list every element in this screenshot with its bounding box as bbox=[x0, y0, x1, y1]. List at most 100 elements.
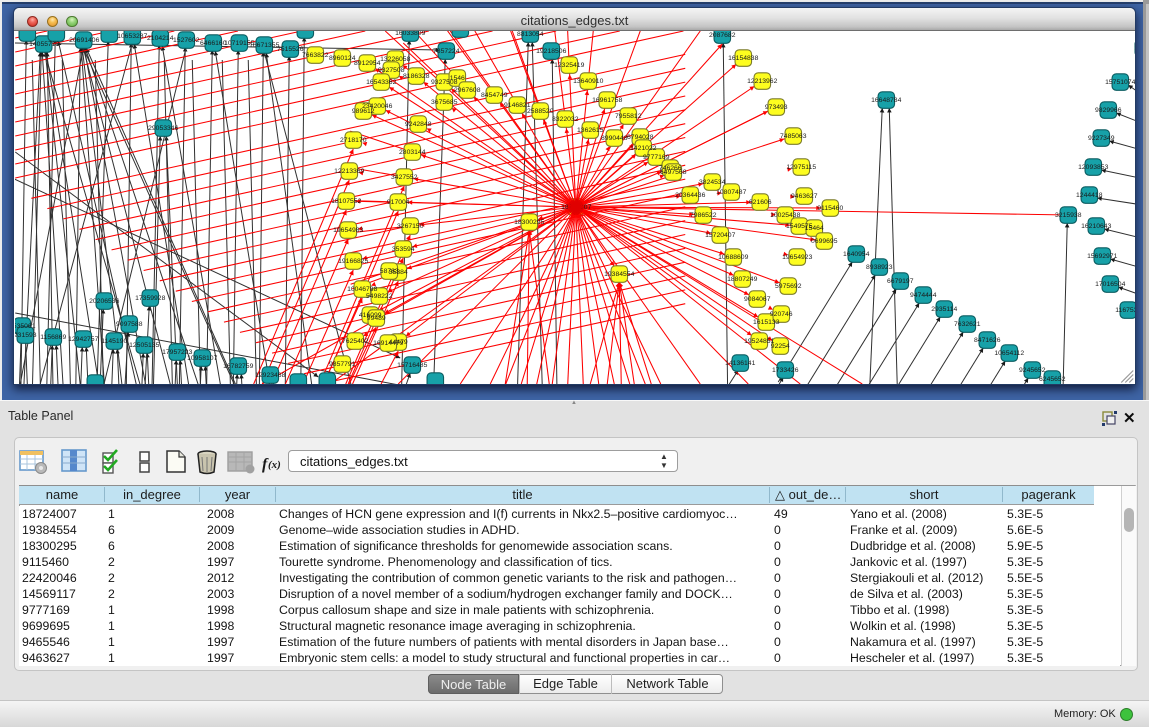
svg-text:10688609: 10688609 bbox=[718, 254, 748, 261]
svg-text:8912954: 8912954 bbox=[354, 60, 381, 67]
svg-text:2935114: 2935114 bbox=[931, 306, 957, 313]
svg-text:5498222: 5498222 bbox=[366, 293, 393, 300]
svg-text:2718170: 2718170 bbox=[340, 137, 367, 144]
svg-text:7857224: 7857224 bbox=[433, 48, 460, 55]
svg-text:16671355: 16671355 bbox=[249, 42, 279, 49]
svg-text:2588520: 2588520 bbox=[527, 108, 554, 115]
svg-text:15751074: 15751074 bbox=[1105, 79, 1135, 86]
svg-text:1535061: 1535061 bbox=[15, 323, 36, 330]
svg-text:3675685: 3675685 bbox=[431, 99, 458, 106]
svg-text:1421022: 1421022 bbox=[630, 145, 657, 152]
svg-text:6466160: 6466160 bbox=[200, 40, 227, 47]
svg-text:20206536: 20206536 bbox=[89, 298, 119, 305]
svg-text:9777169: 9777169 bbox=[643, 154, 670, 161]
svg-text:19218506: 19218506 bbox=[536, 48, 566, 55]
svg-text:7632621: 7632621 bbox=[954, 321, 981, 328]
svg-text:1615133: 1615133 bbox=[753, 319, 780, 326]
svg-text:29053346: 29053346 bbox=[148, 125, 178, 132]
svg-text:19654923: 19654923 bbox=[782, 254, 812, 261]
svg-text:92254: 92254 bbox=[771, 343, 790, 350]
svg-text:12942757: 12942757 bbox=[68, 336, 98, 343]
svg-text:16648784: 16648784 bbox=[871, 97, 901, 104]
svg-text:16914479: 16914479 bbox=[373, 340, 403, 347]
svg-text:12213369: 12213369 bbox=[334, 168, 364, 175]
svg-text:6679197: 6679197 bbox=[887, 278, 914, 285]
svg-text:1546: 1546 bbox=[450, 75, 465, 82]
svg-text:18107552: 18107552 bbox=[331, 198, 361, 205]
svg-text:917004: 917004 bbox=[387, 199, 410, 206]
svg-text:8322032: 8322032 bbox=[552, 116, 579, 123]
svg-text:15716485: 15716485 bbox=[397, 362, 427, 369]
svg-text:6794028: 6794028 bbox=[627, 134, 654, 141]
svg-text:12325419: 12325419 bbox=[554, 62, 584, 69]
svg-text:12923468: 12923468 bbox=[255, 372, 285, 379]
svg-text:1733426: 1733426 bbox=[772, 367, 799, 374]
svg-text:3824534: 3824534 bbox=[699, 179, 726, 186]
svg-text:2104214: 2104214 bbox=[147, 35, 174, 42]
svg-text:17016504: 17016504 bbox=[1095, 281, 1125, 288]
svg-text:3215938: 3215938 bbox=[1055, 212, 1082, 219]
svg-text:17359928: 17359928 bbox=[135, 295, 165, 302]
svg-text:7663822: 7663822 bbox=[302, 52, 329, 59]
svg-text:2967608: 2967608 bbox=[454, 87, 481, 94]
svg-text:8990448: 8990448 bbox=[601, 135, 628, 142]
svg-text:16210643: 16210643 bbox=[1081, 223, 1111, 230]
svg-text:7625402: 7625402 bbox=[342, 338, 369, 345]
svg-text:15464: 15464 bbox=[805, 225, 824, 232]
svg-text:9463627: 9463627 bbox=[791, 193, 818, 200]
svg-text:9242848: 9242848 bbox=[405, 121, 432, 128]
svg-text:10958107: 10958107 bbox=[187, 355, 217, 362]
svg-text:8960124: 8960124 bbox=[329, 55, 356, 62]
svg-text:8813054: 8813054 bbox=[517, 31, 544, 38]
svg-text:9084067: 9084067 bbox=[744, 296, 771, 303]
svg-text:9857791: 9857791 bbox=[329, 361, 356, 368]
svg-text:6245652: 6245652 bbox=[1039, 376, 1066, 383]
svg-text:13226058: 13226058 bbox=[380, 56, 410, 63]
svg-text:18300295: 18300295 bbox=[514, 219, 544, 226]
svg-text:10025438: 10025438 bbox=[770, 212, 800, 219]
svg-text:19166825: 19166825 bbox=[338, 258, 368, 265]
svg-text:15692971: 15692971 bbox=[1087, 253, 1117, 260]
svg-text:12213962: 12213962 bbox=[747, 78, 777, 85]
svg-text:16154838: 16154838 bbox=[728, 55, 758, 62]
svg-text:16033809: 16033809 bbox=[395, 31, 425, 37]
svg-text:10046788: 10046788 bbox=[347, 286, 377, 293]
svg-text:1145190: 1145190 bbox=[101, 338, 127, 345]
svg-text:11123: 11123 bbox=[1134, 45, 1135, 52]
svg-text:7485063: 7485063 bbox=[780, 133, 807, 140]
svg-text:1244418: 1244418 bbox=[1076, 192, 1103, 199]
svg-text:99489: 99489 bbox=[367, 315, 386, 322]
svg-text:9097588: 9097588 bbox=[116, 321, 143, 328]
svg-text:353594: 353594 bbox=[392, 246, 415, 253]
svg-text:14136141: 14136141 bbox=[725, 360, 755, 367]
svg-text:12975115: 12975115 bbox=[786, 164, 816, 171]
svg-text:9327508: 9327508 bbox=[378, 67, 405, 74]
svg-text:6497568: 6497568 bbox=[660, 169, 687, 176]
svg-text:19384554: 19384554 bbox=[604, 271, 634, 278]
svg-text:2087682: 2087682 bbox=[709, 32, 736, 39]
svg-text:989612: 989612 bbox=[352, 108, 375, 115]
svg-text:1362615: 1362615 bbox=[577, 127, 604, 134]
svg-text:20691406: 20691406 bbox=[69, 37, 99, 44]
svg-text:7955812: 7955812 bbox=[615, 113, 642, 120]
svg-text:20364436: 20364436 bbox=[675, 192, 705, 199]
svg-text:19654983: 19654983 bbox=[333, 227, 363, 234]
svg-text:18807249: 18807249 bbox=[727, 276, 757, 283]
svg-text:10807487: 10807487 bbox=[716, 189, 746, 196]
svg-text:14055713: 14055713 bbox=[29, 41, 59, 48]
svg-text:973493: 973493 bbox=[765, 104, 788, 111]
svg-text:3267150: 3267150 bbox=[397, 223, 424, 230]
svg-text:12093853: 12093853 bbox=[1078, 164, 1108, 171]
svg-text:8938923: 8938923 bbox=[866, 264, 893, 271]
svg-text:8471626: 8471626 bbox=[974, 337, 1001, 344]
svg-text:1156869: 1156869 bbox=[40, 334, 66, 341]
svg-text:1640954: 1640954 bbox=[843, 251, 870, 258]
svg-text:621606: 621606 bbox=[749, 199, 772, 206]
svg-text:7515526: 7515526 bbox=[277, 46, 304, 53]
svg-text:920746: 920746 bbox=[770, 311, 793, 318]
svg-text:1167534: 1167534 bbox=[1115, 307, 1135, 314]
svg-text:12505135: 12505135 bbox=[129, 342, 159, 349]
svg-text:(x): (x) bbox=[268, 459, 281, 471]
svg-text:9115460: 9115460 bbox=[817, 205, 843, 212]
svg-text:8454749: 8454749 bbox=[481, 92, 508, 99]
